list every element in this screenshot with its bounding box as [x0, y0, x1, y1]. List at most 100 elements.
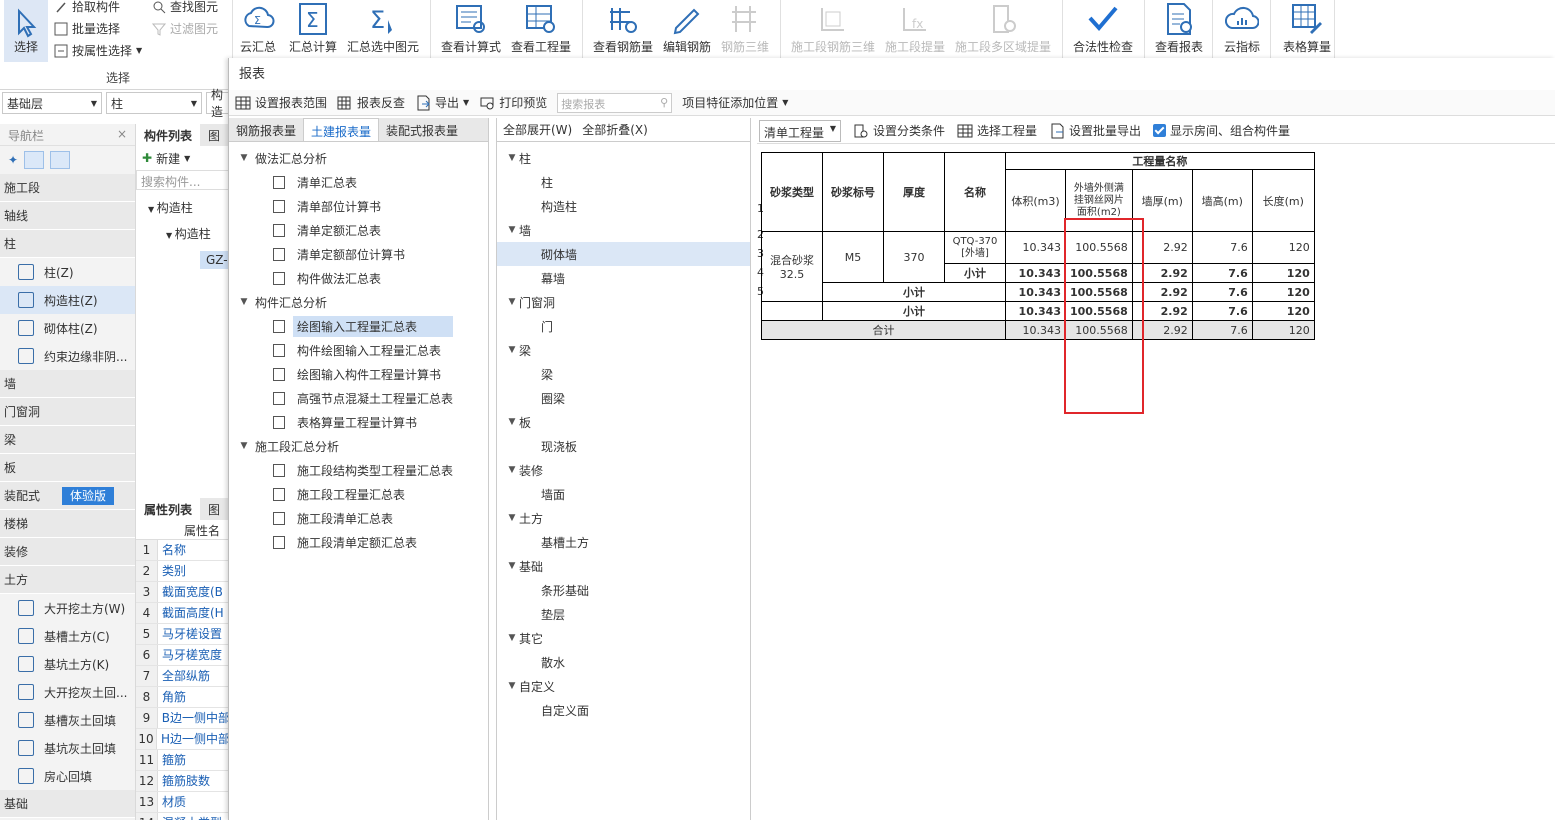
nav-category[interactable]: 土方 — [0, 566, 135, 594]
feature-position-button[interactable]: 项目特征添加位置 ▼ — [682, 94, 788, 111]
show-rooms-checkbox[interactable]: 显示房间、组合构件量 — [1153, 122, 1290, 139]
report-group-node[interactable]: ▼ 做法汇总分析 — [229, 146, 488, 170]
property-row[interactable]: 11 箍筋 — [136, 750, 230, 771]
type-item[interactable]: 墙面 — [497, 482, 750, 506]
nav-item[interactable]: 大开挖灰土回... — [0, 678, 135, 706]
type-item[interactable]: 现浇板 — [497, 434, 750, 458]
nav-item[interactable]: 大开挖土方(W) — [0, 594, 135, 622]
type-item[interactable]: 散水 — [497, 650, 750, 674]
type-group-node[interactable]: ▼ 装修 — [497, 458, 750, 482]
type-group-node[interactable]: ▼ 基础 — [497, 554, 750, 578]
chevron-down-icon[interactable]: ▼ — [505, 345, 519, 355]
nav-category[interactable]: 板 — [0, 454, 135, 482]
type-item[interactable]: 砌体墙 — [497, 242, 750, 266]
quantity-mode-select[interactable]: 清单工程量 ▼ — [759, 119, 841, 142]
report-item[interactable]: 施工段清单定额汇总表 — [229, 530, 488, 554]
type-item[interactable]: 条形基础 — [497, 578, 750, 602]
type-item[interactable]: 自定义面 — [497, 698, 750, 722]
close-icon[interactable]: × — [117, 127, 127, 142]
tab-layer[interactable]: 图 — [200, 498, 228, 520]
nav-category[interactable]: 装修 — [0, 538, 135, 566]
report-item[interactable]: 清单部位计算书 — [229, 194, 488, 218]
nav-category[interactable]: 装配式 体验版 — [0, 482, 135, 510]
chevron-down-icon[interactable]: ▼ — [505, 561, 519, 571]
type-item[interactable]: 圈梁 — [497, 386, 750, 410]
classify-condition-button[interactable]: 设置分类条件 — [853, 122, 945, 139]
property-row[interactable]: 9 B边一侧中部 — [136, 708, 230, 729]
pin-icon[interactable]: ✦ — [8, 153, 18, 167]
type-item[interactable]: 构造柱 — [497, 194, 750, 218]
chevron-down-icon[interactable]: ▼ — [505, 153, 519, 163]
chevron-down-icon[interactable]: ▼ — [505, 465, 519, 475]
nav-item[interactable]: 基槽土方(C) — [0, 622, 135, 650]
set-range-button[interactable]: 设置报表范围 — [235, 94, 327, 111]
detail-view-icon[interactable] — [50, 151, 71, 169]
nav-category[interactable]: 楼梯 — [0, 510, 135, 538]
tab-layer[interactable]: 图 — [200, 124, 228, 146]
nav-category[interactable]: 梁 — [0, 426, 135, 454]
report-item[interactable]: 绘图输入工程量汇总表 — [229, 314, 488, 338]
report-search-input[interactable]: 搜索报表 ⚲ — [557, 92, 673, 113]
nav-item[interactable]: 砌体柱(Z) — [0, 314, 135, 342]
chevron-down-icon[interactable]: ▼ — [237, 153, 251, 163]
type-item[interactable]: 门 — [497, 314, 750, 338]
new-button[interactable]: 新建 — [156, 150, 180, 167]
chevron-down-icon[interactable]: ▼ — [505, 417, 519, 427]
list-view-icon[interactable] — [24, 151, 45, 169]
chevron-down-icon[interactable]: ▼ — [237, 297, 251, 307]
type-item[interactable]: 梁 — [497, 362, 750, 386]
nav-category[interactable]: 轴线 — [0, 202, 135, 230]
property-row[interactable]: 2 类别 — [136, 561, 230, 582]
nav-category[interactable]: 基础 — [0, 790, 135, 818]
property-row[interactable]: 3 截面宽度(B — [136, 582, 230, 603]
tab-rebar-report[interactable]: 钢筋报表量 — [229, 118, 303, 141]
batch-export-button[interactable]: 设置批量导出 — [1049, 122, 1141, 139]
expand-all-button[interactable]: 全部展开(W) — [503, 121, 572, 138]
collapse-all-button[interactable]: 全部折叠(X) — [582, 121, 648, 138]
nav-item[interactable]: 基槽灰土回填 — [0, 706, 135, 734]
type-group-node[interactable]: ▼ 梁 — [497, 338, 750, 362]
type-item[interactable]: 垫层 — [497, 602, 750, 626]
nav-category[interactable]: 门窗洞 — [0, 398, 135, 426]
report-item[interactable]: 清单定额汇总表 — [229, 218, 488, 242]
report-item[interactable]: 施工段结构类型工程量汇总表 — [229, 458, 488, 482]
property-row[interactable]: 12 箍筋肢数 — [136, 771, 230, 792]
chevron-down-icon[interactable]: ▼ — [505, 513, 519, 523]
chevron-down-icon[interactable]: ▼ — [237, 441, 251, 451]
beta-badge[interactable]: 体验版 — [62, 487, 115, 505]
report-item[interactable]: 构件绘图输入工程量汇总表 — [229, 338, 488, 362]
nav-category[interactable]: 墙 — [0, 370, 135, 398]
floor-select[interactable]: 基础层 ▼ — [2, 92, 102, 114]
property-row[interactable]: 14混凝土类型 — [136, 813, 230, 820]
print-preview-button[interactable]: 打印预览 — [479, 94, 547, 111]
chevron-down-icon[interactable]: ▼ — [505, 633, 519, 643]
report-group-node[interactable]: ▼ 构件汇总分析 — [229, 290, 488, 314]
tree-node-selected[interactable]: GZ- — [148, 248, 230, 272]
tab-component-list[interactable]: 构件列表 — [136, 124, 201, 146]
property-row[interactable]: 5 马牙槎设置 — [136, 624, 230, 645]
property-row[interactable]: 10 H边一侧中部 — [136, 729, 230, 750]
search-icon[interactable]: ⚲ — [660, 96, 668, 110]
report-item[interactable]: 清单汇总表 — [229, 170, 488, 194]
report-item[interactable]: 构件做法汇总表 — [229, 266, 488, 290]
nav-item[interactable]: 基坑灰土回填 — [0, 734, 135, 762]
component-search[interactable]: 搜索构件... — [136, 170, 230, 190]
type-select[interactable]: 柱 ▼ — [106, 92, 202, 114]
chevron-down-icon[interactable]: ▼ — [505, 681, 519, 691]
property-row[interactable]: 4 截面高度(H — [136, 603, 230, 624]
report-item[interactable]: 清单定额部位计算书 — [229, 242, 488, 266]
type-group-node[interactable]: ▼ 其它 — [497, 626, 750, 650]
property-row[interactable]: 13 材质 — [136, 792, 230, 813]
tree-node[interactable]: ▼ 构造柱 — [148, 196, 230, 222]
nav-category[interactable]: 施工段 — [0, 174, 135, 202]
report-item[interactable]: 绘图输入构件工程量计算书 — [229, 362, 488, 386]
chevron-down-icon[interactable]: ▼ — [505, 225, 519, 235]
type-item[interactable]: 基槽土方 — [497, 530, 750, 554]
reverse-lookup-button[interactable]: 报表反查 — [337, 94, 405, 111]
type-group-node[interactable]: ▼ 板 — [497, 410, 750, 434]
nav-item[interactable]: 约束边缘非阴... — [0, 342, 135, 370]
chevron-down-icon[interactable]: ▼ — [505, 297, 519, 307]
type-group-node[interactable]: ▼ 土方 — [497, 506, 750, 530]
property-row[interactable]: 7 全部纵筋 — [136, 666, 230, 687]
tab-property-list[interactable]: 属性列表 — [136, 498, 201, 520]
